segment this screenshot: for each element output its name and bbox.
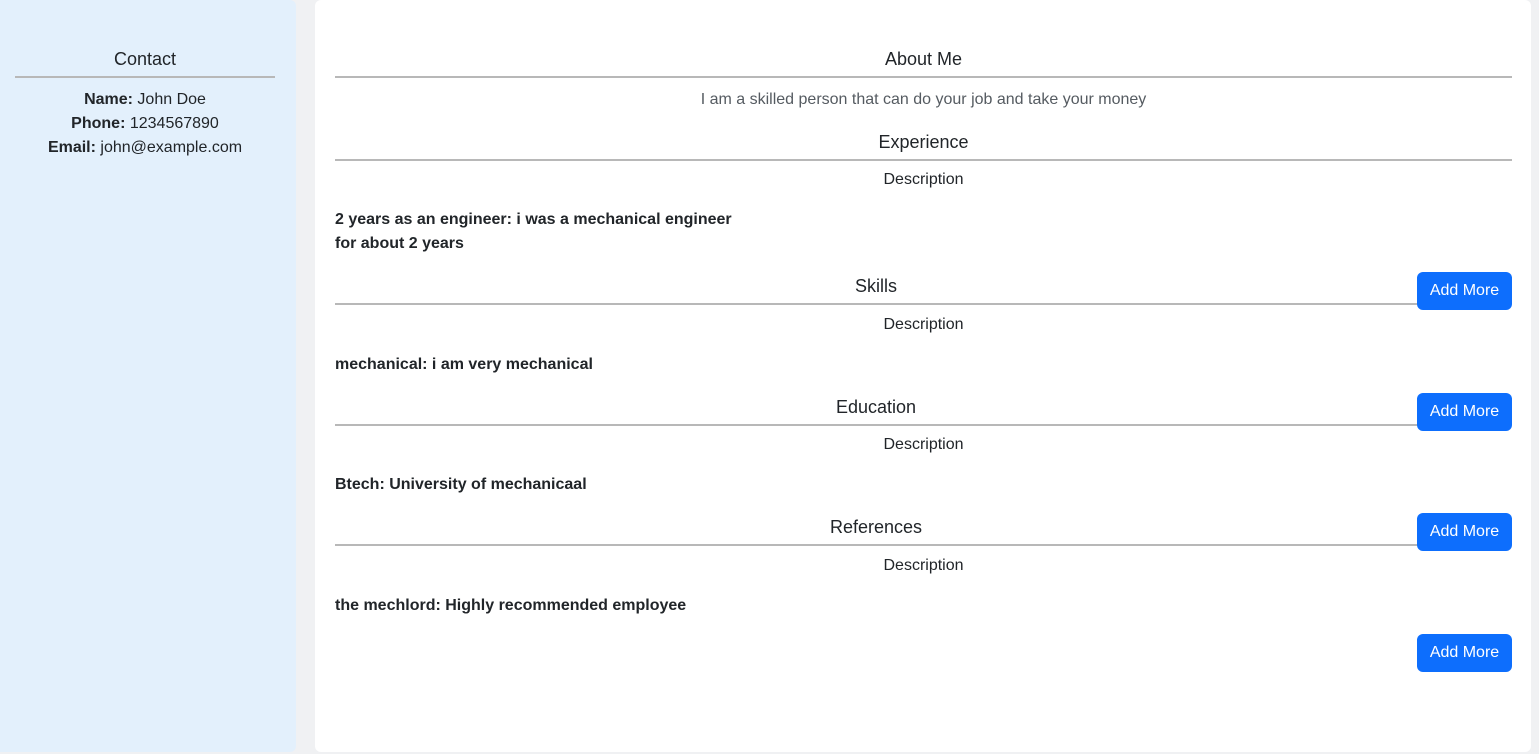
education-add-more-button[interactable]: Add More: [1417, 513, 1512, 551]
resume-main: About Me I am a skilled person that can …: [315, 0, 1531, 752]
contact-heading: Contact: [15, 47, 275, 78]
education-entry: Btech: University of mechanicaal: [335, 476, 587, 493]
about-text: I am a skilled person that can do your j…: [700, 91, 1147, 108]
contact-email: Email: john@example.com: [15, 136, 275, 160]
phone-value: 1234567890: [129, 115, 219, 132]
contact-phone: Phone: 1234567890: [15, 112, 275, 136]
references-description-label: Description: [883, 557, 964, 574]
name-value: John Doe: [137, 91, 206, 108]
references-heading: References: [335, 515, 1417, 546]
about-heading: About Me: [335, 47, 1512, 78]
phone-label: Phone:: [71, 115, 126, 132]
skills-heading: Skills: [335, 274, 1417, 305]
email-value: john@example.com: [100, 139, 243, 156]
experience-add-more-button[interactable]: Add More: [1417, 272, 1512, 310]
contact-name: Name: John Doe: [15, 88, 275, 112]
skills-add-more-button[interactable]: Add More: [1417, 393, 1512, 431]
skills-description-label: Description: [883, 316, 964, 333]
experience-heading: Experience: [335, 130, 1512, 161]
education-heading: Education: [335, 395, 1417, 426]
contact-list: Name: John Doe Phone: 1234567890 Email: …: [15, 88, 275, 160]
education-description-label: Description: [883, 436, 964, 453]
experience-entry: 2 years as an engineer: i was a mechanic…: [335, 208, 935, 256]
experience-entry-line2: for about 2 years: [335, 235, 464, 252]
contact-sidebar: Contact Name: John Doe Phone: 1234567890…: [0, 0, 296, 752]
skills-entry: mechanical: i am very mechanical: [335, 356, 593, 373]
experience-entry-line1: 2 years as an engineer: i was a mechanic…: [335, 211, 732, 228]
experience-description-label: Description: [883, 171, 964, 188]
email-label: Email:: [47, 139, 96, 156]
name-label: Name:: [84, 91, 133, 108]
references-add-more-button[interactable]: Add More: [1417, 634, 1512, 672]
references-entry: the mechlord: Highly recommended employe…: [335, 597, 687, 614]
